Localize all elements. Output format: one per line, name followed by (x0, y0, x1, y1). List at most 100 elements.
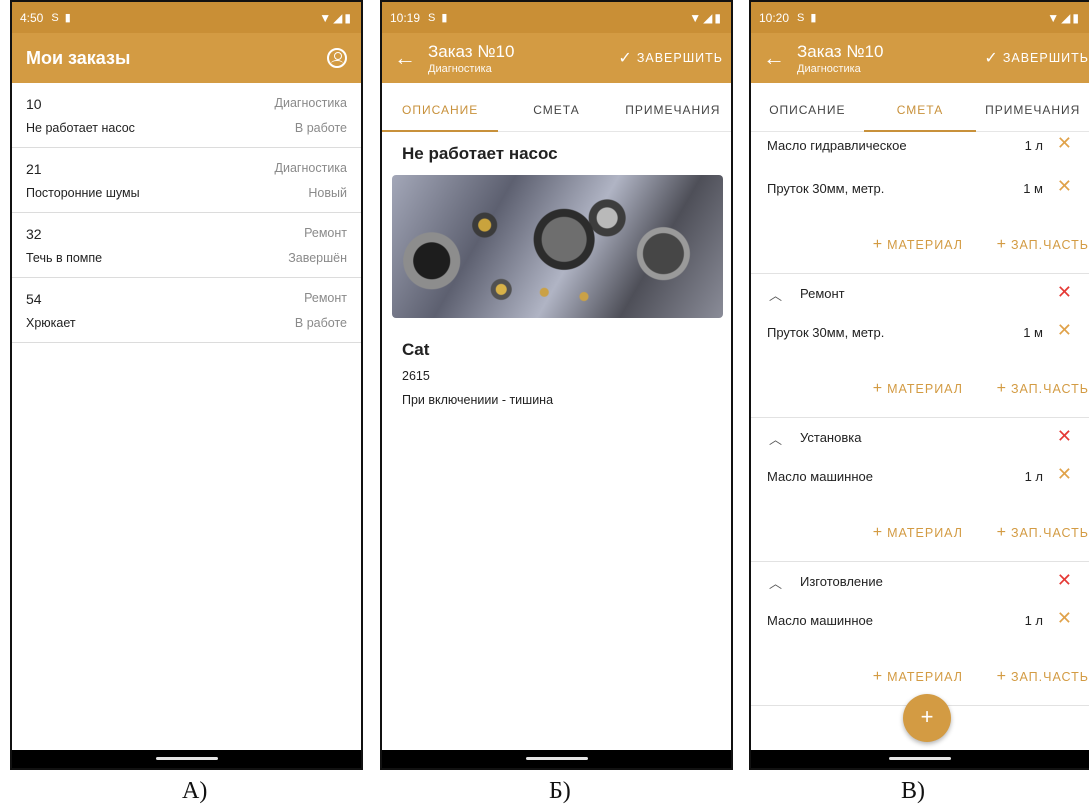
order-description: Течь в помпе (26, 251, 103, 265)
item-name: Масло машинное (767, 469, 873, 484)
title-block: Заказ №10 Диагностика (797, 42, 883, 75)
add-row: + МАТЕРИАЛ + ЗАП.ЧАСТЬ (751, 368, 1089, 418)
remove-item-icon[interactable]: ✕ (1057, 133, 1072, 154)
remove-item-icon[interactable]: ✕ (1057, 608, 1072, 629)
item-quantity: 1 л (1024, 469, 1043, 484)
order-description: Хрюкает (26, 316, 76, 330)
order-number: 21 (26, 161, 42, 177)
finish-label: ЗАВЕРШИТЬ (1002, 51, 1089, 65)
signal-battery-icon: ▼◢▮ (1047, 10, 1081, 25)
chevron-up-icon[interactable]: ︿ (769, 429, 782, 448)
add-part-label: ЗАП.ЧАСТЬ (1010, 238, 1089, 252)
item-quantity: 1 л (1024, 138, 1043, 153)
chevron-up-icon[interactable]: ︿ (769, 285, 782, 304)
add-material-label: МАТЕРИАЛ (887, 382, 963, 396)
add-part-button[interactable]: + ЗАП.ЧАСТЬ (997, 524, 1089, 542)
back-arrow-icon[interactable]: ← (751, 45, 797, 71)
order-description: Посторонние шумы (26, 186, 140, 200)
estimate-section[interactable]: ︿ Изготовление ✕ (751, 562, 1089, 607)
tab-bar: ОПИСАНИЕ СМЕТА ПРИМЕЧАНИЯ (382, 83, 731, 132)
tab-notes[interactable]: ПРИМЕЧАНИЯ (615, 83, 731, 131)
add-row: + МАТЕРИАЛ + ЗАП.ЧАСТЬ (751, 224, 1089, 274)
equipment-photo (392, 175, 723, 318)
section-name: Установка (800, 430, 862, 445)
order-type: Ремонт (304, 291, 347, 305)
add-material-label: МАТЕРИАЛ (887, 670, 963, 684)
account-icon[interactable] (327, 48, 347, 68)
home-gesture-handle[interactable] (525, 757, 588, 760)
order-row[interactable]: 54 Ремонт Хрюкает В работе (12, 278, 361, 343)
order-row[interactable]: 21 Диагностика Посторонние шумы Новый (12, 148, 361, 213)
back-arrow-icon[interactable]: ← (382, 45, 428, 71)
order-status: В работе (294, 316, 347, 330)
finish-button[interactable]: ✓ ЗАВЕРШИТЬ (984, 48, 1089, 68)
status-bar: 4:50 S ▮ ▼◢▮ (12, 2, 361, 33)
add-material-label: МАТЕРИАЛ (887, 526, 963, 540)
add-part-button[interactable]: + ЗАП.ЧАСТЬ (997, 380, 1089, 398)
item-name: Масло машинное (767, 613, 873, 628)
add-material-button[interactable]: + МАТЕРИАЛ (873, 236, 963, 254)
item-name: Масло гидравлическое (767, 138, 907, 153)
estimate-list: Масло гидравлическое 1 л ✕ Пруток 30мм, … (751, 132, 1089, 706)
tab-bar: ОПИСАНИЕ СМЕТА ПРИМЕЧАНИЯ (751, 83, 1089, 132)
page-title: Мои заказы (26, 47, 131, 68)
item-name: Пруток 30мм, метр. (767, 181, 885, 196)
page-subtitle: Диагностика (428, 62, 492, 75)
order-list: 10 Диагностика Не работает насос В работ… (12, 83, 361, 343)
home-gesture-handle[interactable] (155, 757, 218, 760)
tab-description[interactable]: ОПИСАНИЕ (751, 83, 864, 131)
problem-comment: При включениии - тишина (402, 393, 554, 407)
plus-icon: + (920, 704, 934, 729)
plus-icon: + (996, 668, 1007, 685)
estimate-section[interactable]: ︿ Установка ✕ (751, 418, 1089, 463)
finish-button[interactable]: ✓ ЗАВЕРШИТЬ (618, 48, 731, 68)
estimate-item: Пруток 30мм, метр. 1 м ✕ (751, 319, 1089, 368)
estimate-section[interactable]: ︿ Ремонт ✕ (751, 274, 1089, 319)
add-section-fab[interactable]: + (903, 694, 951, 742)
item-name: Пруток 30мм, метр. (767, 325, 885, 340)
nav-bar (12, 750, 361, 768)
page-title: Заказ №10 (428, 41, 515, 61)
app-bar: ← Заказ №10 Диагностика ✓ ЗАВЕРШИТЬ (382, 33, 731, 83)
equipment-code: 2615 (402, 369, 430, 383)
remove-item-icon[interactable]: ✕ (1057, 464, 1072, 485)
order-row[interactable]: 10 Диагностика Не работает насос В работ… (12, 83, 361, 148)
plus-icon: + (872, 668, 884, 685)
order-row[interactable]: 32 Ремонт Течь в помпе Завершён (12, 213, 361, 278)
check-icon: ✓ (618, 50, 633, 67)
status-bar: 10:20 S ▮ ▼◢▮ (751, 2, 1089, 33)
sync-icon: S (51, 11, 59, 24)
signal-battery-icon: ▼◢▮ (689, 10, 723, 25)
remove-section-icon[interactable]: ✕ (1057, 426, 1072, 447)
add-material-button[interactable]: + МАТЕРИАЛ (873, 668, 963, 686)
remove-item-icon[interactable]: ✕ (1057, 320, 1072, 341)
add-part-label: ЗАП.ЧАСТЬ (1010, 526, 1089, 540)
tab-estimate[interactable]: СМЕТА (863, 83, 977, 132)
problem-title: Не работает насос (402, 144, 558, 163)
page-title: Заказ №10 (797, 41, 884, 61)
add-part-button[interactable]: + ЗАП.ЧАСТЬ (997, 668, 1089, 686)
add-part-button[interactable]: + ЗАП.ЧАСТЬ (997, 236, 1089, 254)
add-material-button[interactable]: + МАТЕРИАЛ (873, 380, 963, 398)
remove-section-icon[interactable]: ✕ (1057, 570, 1072, 591)
sync-icon: S (428, 11, 436, 24)
app-bar: Мои заказы (12, 33, 361, 83)
remove-item-icon[interactable]: ✕ (1057, 176, 1072, 197)
order-status: Новый (308, 186, 347, 200)
plus-icon: + (872, 380, 884, 397)
item-quantity: 1 м (1023, 181, 1043, 196)
chevron-up-icon[interactable]: ︿ (769, 573, 782, 592)
add-part-label: ЗАП.ЧАСТЬ (1010, 382, 1089, 396)
tab-notes[interactable]: ПРИМЕЧАНИЯ (976, 83, 1089, 131)
home-gesture-handle[interactable] (889, 757, 951, 760)
nav-bar (751, 750, 1089, 768)
order-status: Завершён (288, 251, 347, 265)
order-number: 54 (26, 291, 42, 307)
remove-section-icon[interactable]: ✕ (1057, 282, 1072, 303)
phone-screen-order-estimate: 10:20 S ▮ ▼◢▮ ← Заказ №10 Диагностика ✓ … (749, 0, 1089, 770)
add-part-label: ЗАП.ЧАСТЬ (1010, 670, 1089, 684)
tab-estimate[interactable]: СМЕТА (498, 83, 614, 131)
tab-description[interactable]: ОПИСАНИЕ (382, 83, 499, 132)
add-material-button[interactable]: + МАТЕРИАЛ (873, 524, 963, 542)
estimate-item: Масло гидравлическое 1 л ✕ (751, 132, 1089, 175)
